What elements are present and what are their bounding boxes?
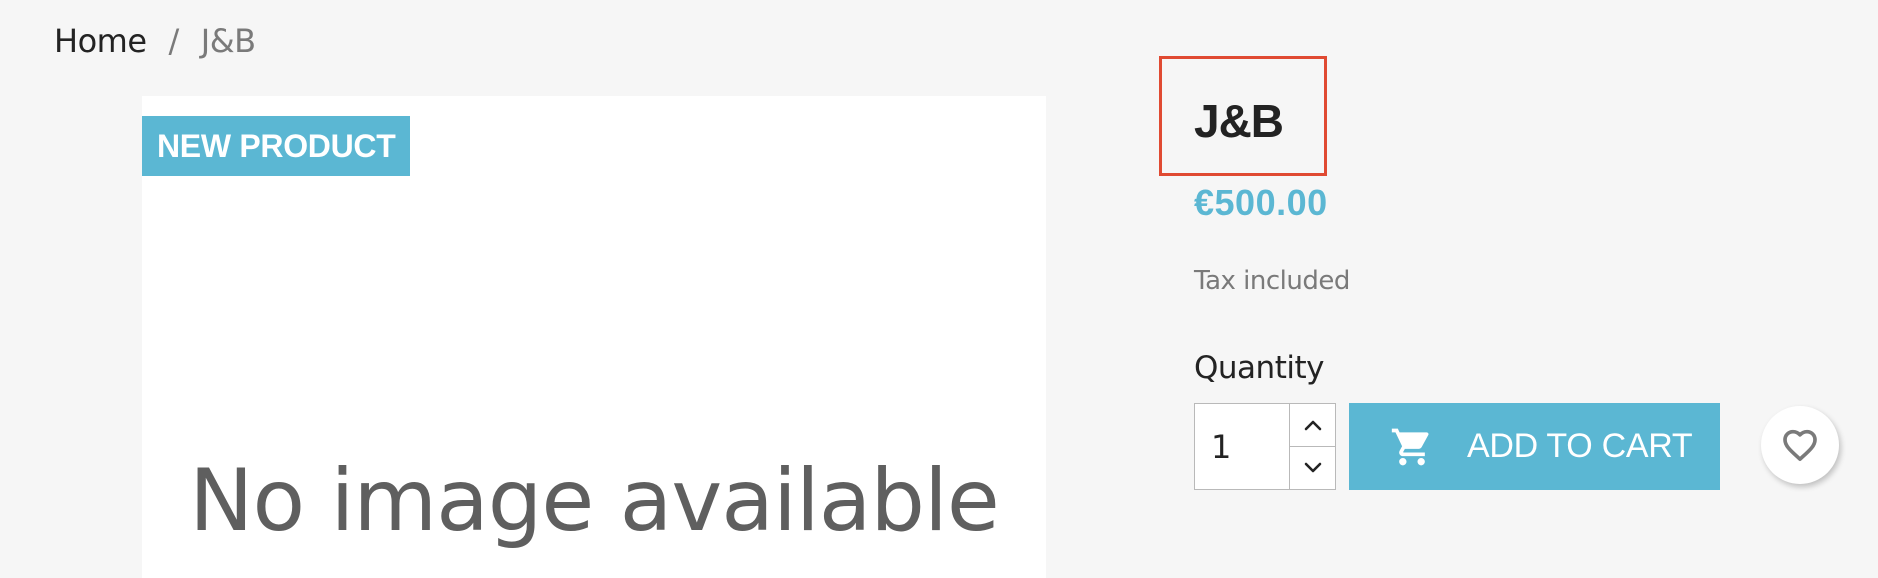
quantity-input[interactable]: 1: [1194, 403, 1290, 490]
add-to-cart-button[interactable]: ADD TO CART: [1349, 403, 1720, 490]
breadcrumb-current: J&B: [200, 22, 256, 60]
shopping-cart-icon: [1389, 425, 1435, 469]
breadcrumb-home-link[interactable]: Home: [54, 22, 147, 60]
breadcrumb-separator: /: [168, 22, 180, 60]
add-to-cart-label: ADD TO CART: [1467, 427, 1693, 465]
heart-outline-icon: [1783, 429, 1817, 461]
product-title: J&B: [1194, 95, 1284, 147]
product-image-panel[interactable]: NEW PRODUCT No image available: [142, 96, 1046, 578]
quantity-stepper: 1: [1194, 403, 1336, 490]
breadcrumb: Home / J&B: [54, 22, 256, 60]
quantity-step-buttons: [1290, 403, 1336, 490]
quantity-decrement-button[interactable]: [1290, 446, 1335, 489]
quantity-label: Quantity: [1194, 350, 1324, 386]
product-page: Home / J&B NEW PRODUCT No image availabl…: [0, 0, 1878, 578]
quantity-increment-button[interactable]: [1290, 404, 1335, 446]
tax-note: Tax included: [1194, 266, 1350, 296]
chevron-down-icon: [1304, 462, 1321, 473]
no-image-placeholder: No image available: [189, 451, 1000, 551]
new-product-badge: NEW PRODUCT: [142, 116, 411, 176]
product-price: €500.00: [1194, 182, 1328, 223]
wishlist-button[interactable]: [1761, 406, 1839, 484]
chevron-up-icon: [1304, 420, 1321, 431]
